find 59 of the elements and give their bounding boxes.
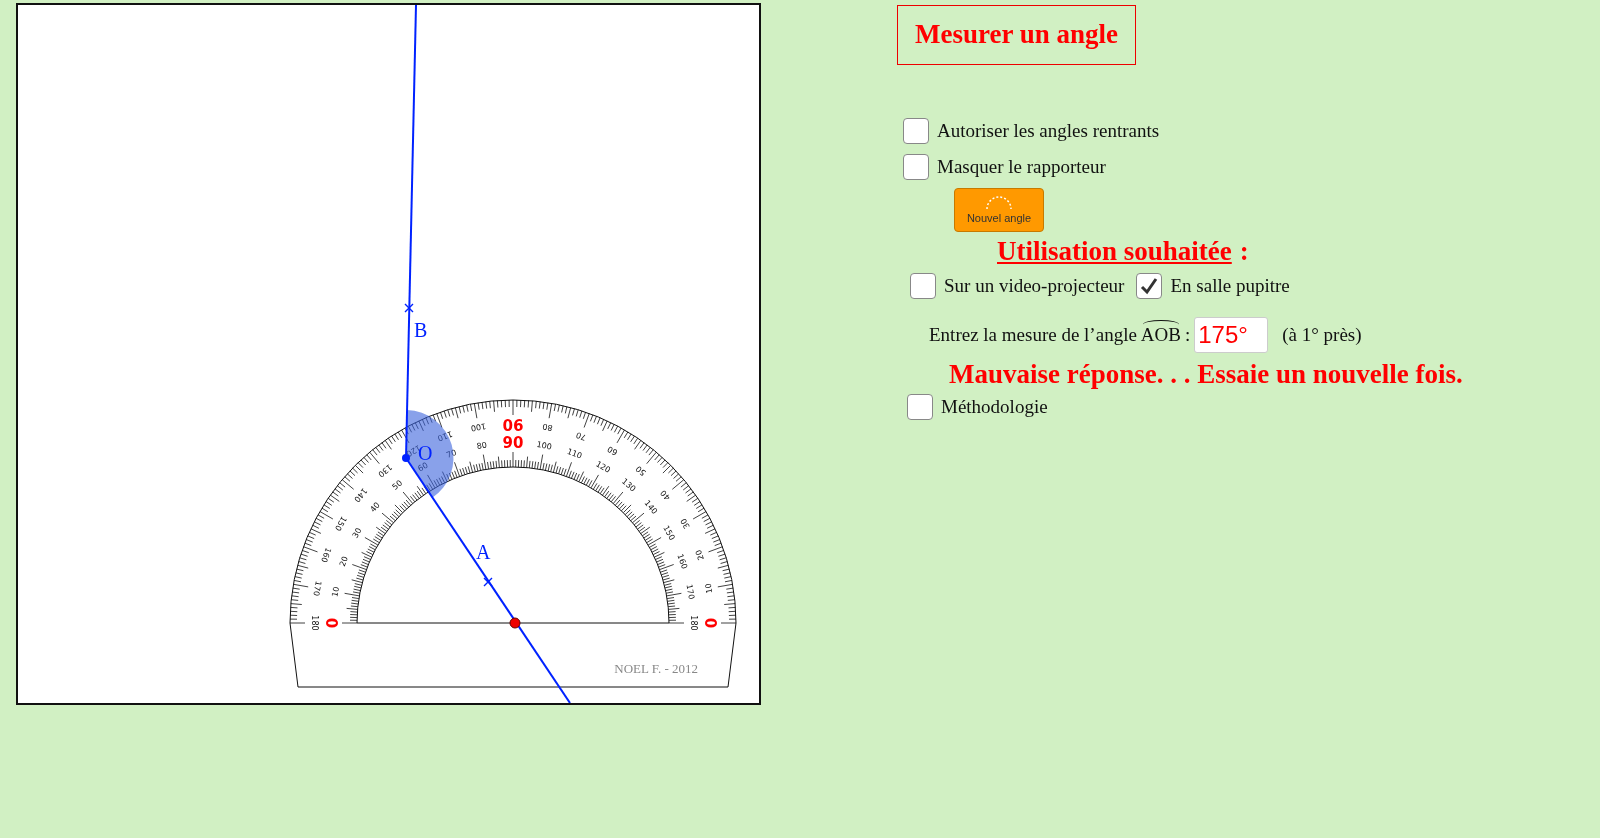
checkbox[interactable] xyxy=(903,118,929,144)
checkbox[interactable] xyxy=(1136,273,1163,299)
scale-label: 100 xyxy=(535,440,553,452)
scale-label: 50 xyxy=(390,478,405,492)
feedback-message: Mauvaise réponse. . . Essaie un nouvelle fois. xyxy=(949,359,1463,390)
checkbox-label: En salle pupitre xyxy=(1170,275,1290,297)
scale-label: 90 xyxy=(502,415,524,433)
scale-label: 40 xyxy=(368,500,382,515)
checkbox-label: Masquer le rapporteur xyxy=(937,156,1106,178)
scale-label: 110 xyxy=(436,429,454,443)
prompt-text: Entrez la mesure de l’angle xyxy=(929,324,1137,346)
scale-label: 170 xyxy=(311,580,323,597)
checkbox-label: Méthodologie xyxy=(941,396,1048,418)
scale-label: 10 xyxy=(703,582,715,595)
separator: : xyxy=(1184,324,1191,346)
scale-label: 130 xyxy=(376,462,394,479)
answer-field[interactable]: 175° xyxy=(1194,317,1269,353)
scale-label: 110 xyxy=(565,447,584,461)
scale-label: 0 xyxy=(324,617,342,629)
scale-label: 160 xyxy=(319,546,333,564)
precision-note: (à 1° près) xyxy=(1282,324,1362,346)
point-label: B xyxy=(414,319,428,341)
scale-label: 100 xyxy=(470,421,487,433)
checkbox-label: Sur un video-projecteur xyxy=(944,275,1125,297)
scale-label: 20 xyxy=(694,548,706,562)
app-title: Mesurer un angle xyxy=(897,5,1136,65)
checkbox[interactable] xyxy=(910,273,936,299)
scale-label: 120 xyxy=(594,459,612,475)
scale-label: 180 xyxy=(688,615,698,631)
scale-label: 90 xyxy=(502,434,524,452)
scale-label: 180 xyxy=(309,615,319,631)
cross-marker xyxy=(404,303,414,313)
signature: NOEL F. - 2012 xyxy=(614,661,698,676)
scale-label: 170 xyxy=(684,583,696,601)
scale-label: 80 xyxy=(541,421,554,433)
scale-label: 50 xyxy=(634,463,648,478)
center-point[interactable] xyxy=(509,617,521,629)
scale-label: 20 xyxy=(337,555,350,568)
scale-label: 60 xyxy=(416,460,430,474)
scale-label: 0 xyxy=(703,617,721,629)
new-angle-button[interactable]: Nouvel angle xyxy=(954,188,1044,232)
scale-label: 160 xyxy=(675,552,689,571)
point-label: A xyxy=(476,541,491,563)
scale-label: 10 xyxy=(330,585,342,598)
checkbox[interactable] xyxy=(903,154,929,180)
scale-label: 60 xyxy=(605,444,620,458)
scale-label: 30 xyxy=(678,516,692,531)
scale-label: 40 xyxy=(658,488,673,502)
scale-label: 30 xyxy=(350,526,364,540)
scale-label: 70 xyxy=(445,447,458,460)
scale-label: 80 xyxy=(475,440,488,452)
checkbox-label: Autoriser les angles rentrants xyxy=(937,120,1160,142)
cross-marker xyxy=(483,577,493,587)
heading-colon: : xyxy=(1239,236,1249,267)
scale-label: 130 xyxy=(619,476,638,494)
scale-label: 70 xyxy=(574,430,588,442)
checkbox[interactable] xyxy=(907,394,933,420)
arc-icon xyxy=(985,196,1013,210)
section-heading: Utilisation souhaitée xyxy=(997,236,1232,267)
